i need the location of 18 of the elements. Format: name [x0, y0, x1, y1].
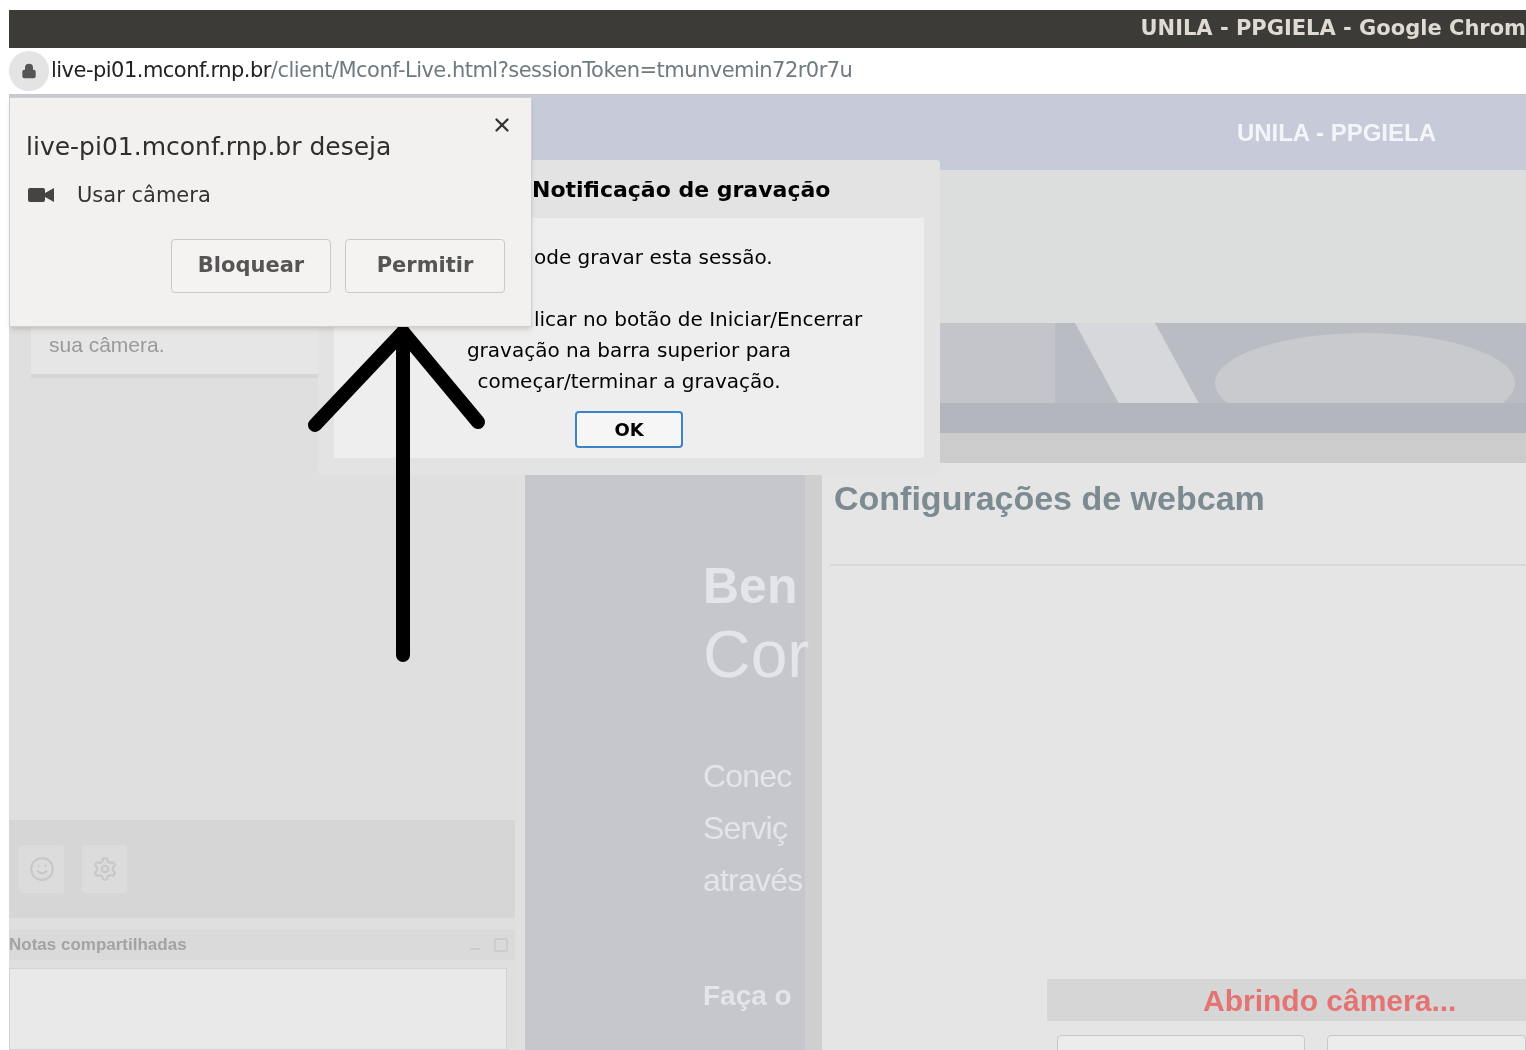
panel-title: Configurações de webcam	[833, 478, 1266, 519]
dialog-text: ode gravar esta sessão.	[534, 244, 773, 271]
page-url: live-pi01.mconf.rnp.br/client/Mconf-Live.html?sessionToken=tmunvemin72r0r7u	[51, 57, 853, 85]
address-bar[interactable]: live-pi01.mconf.rnp.br/client/Mconf-Live.html?sessionToken=tmunvemin72r0r7u	[9, 48, 1526, 95]
camera-icon	[28, 187, 54, 204]
status-text: Abrindo câmera...	[1203, 982, 1457, 1019]
lock-icon[interactable]	[9, 51, 49, 91]
window-title: UNILA - PPGIELA - Google Chrom	[1140, 15, 1526, 43]
allow-button[interactable]: Permitir	[345, 239, 505, 293]
dialog-title: Notificação de gravação	[532, 175, 831, 204]
dialog-text: licar no botão de Iniciar/Encerrar	[534, 306, 863, 333]
block-button[interactable]: Bloquear	[171, 239, 331, 293]
popup-title: live-pi01.mconf.rnp.br deseja	[26, 132, 392, 161]
dialog-text: gravação na barra superior para	[466, 337, 792, 364]
dialog-text: começar/terminar a gravação.	[477, 368, 781, 395]
ok-button[interactable]: OK	[575, 411, 683, 448]
card-text: sua câmera.	[49, 331, 165, 358]
permission-label: Usar câmera	[77, 181, 211, 209]
